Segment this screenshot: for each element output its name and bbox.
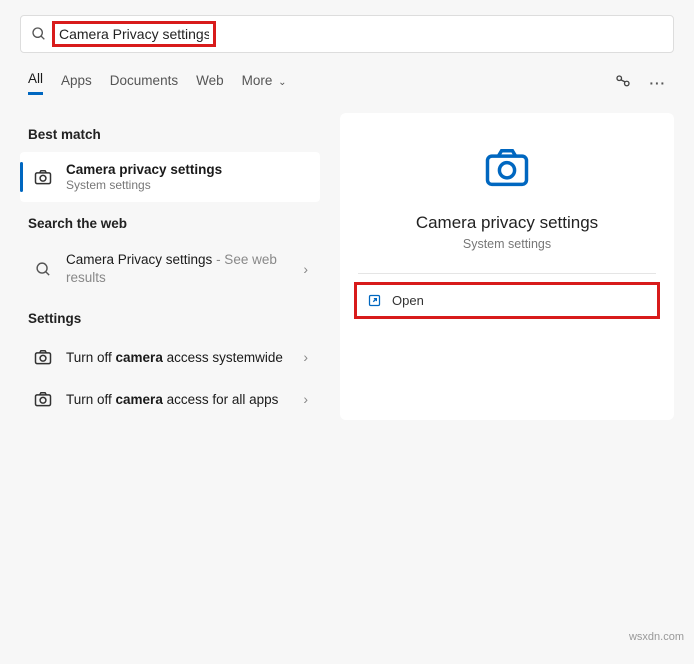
web-search-result[interactable]: Camera Privacy settings - See web result… — [20, 241, 320, 297]
settings-result-2-text: Turn off camera access for all apps — [66, 392, 291, 407]
preview-pane: Camera privacy settings System settings … — [340, 113, 674, 420]
search-icon — [32, 258, 54, 280]
divider — [358, 273, 656, 274]
more-options-icon[interactable]: ··· — [650, 76, 667, 91]
open-button[interactable]: Open — [357, 285, 657, 316]
section-settings: Settings — [28, 311, 320, 326]
web-result-title: Camera Privacy settings — [66, 252, 212, 267]
chevron-down-icon: ⌄ — [278, 77, 286, 88]
camera-icon — [32, 388, 54, 410]
settings-result-1-text: Turn off camera access systemwide — [66, 350, 291, 365]
preview-camera-icon — [340, 141, 674, 193]
result-subtitle: System settings — [66, 178, 308, 192]
tab-all[interactable]: All — [28, 71, 43, 95]
chevron-right-icon: › — [303, 349, 308, 365]
results-pane: Best match Camera privacy settings Syste… — [20, 113, 320, 420]
open-label: Open — [392, 293, 424, 308]
best-match-result[interactable]: Camera privacy settings System settings — [20, 152, 320, 202]
search-input[interactable] — [59, 26, 209, 42]
watermark: wsxdn.com — [629, 631, 684, 643]
tab-documents[interactable]: Documents — [110, 73, 178, 94]
chevron-right-icon: › — [303, 391, 308, 407]
open-highlight: Open — [354, 282, 660, 319]
tab-more[interactable]: More ⌄ — [242, 73, 287, 94]
camera-icon — [32, 166, 54, 188]
preview-subtitle: System settings — [340, 237, 674, 251]
search-icon — [31, 26, 47, 42]
preview-title: Camera privacy settings — [340, 213, 674, 233]
settings-result-1[interactable]: Turn off camera access systemwide › — [20, 336, 320, 378]
share-icon[interactable] — [614, 73, 632, 94]
settings-result-2[interactable]: Turn off camera access for all apps › — [20, 378, 320, 420]
result-title: Camera privacy settings — [66, 162, 308, 177]
open-external-icon — [367, 293, 382, 308]
filter-tabs: All Apps Documents Web More ⌄ ··· — [0, 53, 694, 103]
section-search-web: Search the web — [28, 216, 320, 231]
camera-icon — [32, 346, 54, 368]
tab-web[interactable]: Web — [196, 73, 224, 94]
search-highlight — [52, 21, 216, 47]
section-best-match: Best match — [28, 127, 320, 142]
tab-apps[interactable]: Apps — [61, 73, 92, 94]
chevron-right-icon: › — [303, 261, 308, 277]
search-bar[interactable] — [20, 15, 674, 53]
